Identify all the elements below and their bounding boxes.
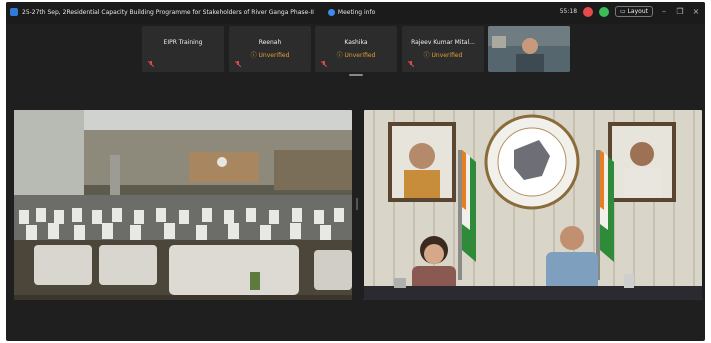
meeting-window: 25-27th Sep, 2Residential Capacity Build…	[6, 2, 705, 341]
close-icon[interactable]: ×	[691, 7, 701, 16]
meeting-title: 25-27th Sep, 2Residential Capacity Build…	[22, 8, 314, 16]
participant-video-thumbnail[interactable]	[488, 26, 570, 72]
video-feed-auditorium	[14, 110, 352, 300]
conference-video-image	[364, 110, 702, 300]
meeting-info-icon	[327, 8, 335, 16]
status-text: Unverified	[258, 52, 290, 59]
auditorium-video-image	[14, 110, 352, 300]
participant-strip: EIPR Training Reenah ⓘ Unverified Kashik…	[6, 26, 705, 72]
layout-icon: ▭	[620, 8, 628, 15]
title-bar: 25-27th Sep, 2Residential Capacity Build…	[6, 2, 705, 24]
restore-icon[interactable]: ❐	[675, 7, 685, 16]
record-red-icon[interactable]	[583, 6, 594, 17]
layout-label: Layout	[627, 8, 648, 15]
warning-icon: ⓘ	[423, 52, 432, 59]
participant-camera-image	[488, 26, 570, 72]
title-bar-left: 25-27th Sep, 2Residential Capacity Build…	[10, 8, 375, 16]
video-feed-conference	[364, 110, 702, 300]
participant-tile[interactable]: EIPR Training	[142, 26, 224, 72]
title-bar-right: 55:18 ▭ Layout – ❐ ×	[560, 6, 701, 17]
participant-tile[interactable]: Rajeev Kumar Mital... ⓘ Unverified	[402, 26, 484, 72]
status-green-icon[interactable]	[599, 6, 610, 17]
minimize-icon[interactable]: –	[659, 7, 669, 16]
participant-name: Kashika	[344, 39, 368, 46]
participant-tile[interactable]: Kashika ⓘ Unverified	[315, 26, 397, 72]
status-text: Unverified	[344, 52, 376, 59]
mic-muted-icon	[235, 61, 241, 67]
participant-tile[interactable]: Reenah ⓘ Unverified	[229, 26, 311, 72]
strip-collapse-handle[interactable]	[349, 74, 363, 76]
video-split-handle[interactable]	[356, 198, 358, 210]
mic-muted-icon	[321, 61, 327, 67]
warning-icon: ⓘ	[336, 52, 345, 59]
meeting-info-button[interactable]: Meeting info	[327, 8, 376, 16]
meeting-info-label: Meeting info	[337, 8, 376, 16]
status-badge: ⓘ Unverified	[402, 50, 484, 59]
participant-name: EIPR Training	[163, 39, 203, 46]
participant-name: Rajeev Kumar Mital...	[411, 39, 475, 46]
mic-muted-icon	[408, 61, 414, 67]
warning-icon: ⓘ	[250, 52, 259, 59]
shield-icon	[10, 8, 18, 16]
layout-button[interactable]: ▭ Layout	[615, 6, 653, 17]
status-text: Unverified	[431, 52, 463, 59]
status-badge: ⓘ Unverified	[229, 50, 311, 59]
status-badge: ⓘ Unverified	[315, 50, 397, 59]
participant-name: Reenah	[258, 39, 282, 46]
mic-muted-icon	[148, 61, 154, 67]
meeting-timer: 55:18	[559, 8, 578, 15]
